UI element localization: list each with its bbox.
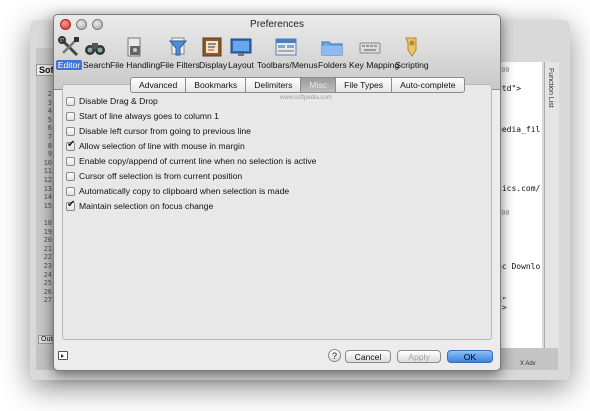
line-number: 5 [47, 115, 52, 124]
option-cursor-off-selection[interactable]: Cursor off selection is from current pos… [66, 169, 242, 183]
checkbox[interactable] [66, 96, 75, 106]
line-number: 14 [43, 193, 52, 202]
status-text: X Adv [520, 361, 536, 367]
display-icon [202, 37, 222, 57]
tab-bookmarks[interactable]: Bookmarks [186, 78, 247, 92]
option-label: Cursor off selection is from current pos… [79, 171, 243, 181]
funnel-icon [168, 37, 188, 56]
option-enable-copy-append[interactable]: Enable copy/append of current line when … [66, 154, 316, 168]
tab-auto-complete[interactable]: Auto-complete [392, 78, 463, 92]
line-number: 2 [47, 90, 52, 98]
scripting-icon [405, 37, 417, 57]
cancel-button[interactable]: Cancel [345, 350, 391, 363]
code-line: ac Downlo [497, 262, 541, 271]
option-maintain-selection-focus[interactable]: Maintain selection on focus change [66, 199, 213, 213]
checkbox[interactable] [66, 171, 75, 181]
option-start-of-line-column-1[interactable]: Start of line always goes to column 1 [66, 109, 219, 123]
console-icon[interactable] [58, 351, 68, 360]
line-number: 4 [47, 107, 52, 116]
toolbar-label: Folders [318, 60, 347, 70]
watermark-text: www.softpedia.com [280, 95, 332, 101]
line-number: 24 [43, 270, 52, 279]
preferences-dialog: Preferences Editor Search File Handling … [53, 14, 501, 371]
checkbox[interactable] [66, 139, 75, 151]
line-number: 8 [47, 141, 52, 150]
line-number: 19 [43, 227, 52, 236]
tab-delimiters[interactable]: Delimiters [246, 78, 302, 92]
toolbar-item-search[interactable]: Search [82, 33, 111, 87]
option-label: Enable copy/append of current line when … [79, 156, 317, 166]
file-handling-icon [127, 37, 141, 57]
option-label: Disable left cursor from going to previo… [79, 126, 251, 136]
toolbar-label: Search [83, 60, 111, 70]
line-number: 15 [43, 201, 52, 210]
checkbox[interactable] [66, 126, 75, 136]
code-line: pedia_fil [497, 125, 541, 134]
line-number: 25 [43, 279, 52, 288]
checkbox[interactable] [66, 186, 75, 196]
dialog-footer: ? Cancel Apply OK [54, 344, 500, 370]
toolbar-label: Display [199, 60, 228, 70]
toolbar-label: Layout [228, 60, 254, 70]
binoculars-icon [85, 43, 105, 55]
monitor-icon [230, 38, 252, 56]
folder-icon [321, 41, 343, 56]
tools-icon [58, 36, 79, 57]
option-auto-copy-clipboard[interactable]: Automatically copy to clipboard when sel… [66, 184, 289, 198]
option-label: Automatically copy to clipboard when sel… [79, 186, 290, 196]
line-number: 10 [43, 158, 52, 167]
line-number: 6 [47, 124, 52, 133]
option-label: Allow selection of line with mouse in ma… [79, 141, 245, 151]
option-label: Disable Drag & Drop [79, 96, 158, 106]
checkbox[interactable] [66, 111, 75, 121]
ok-button[interactable]: OK [447, 350, 493, 363]
toolbar-item-editor[interactable]: Editor [56, 33, 82, 87]
tab-file-types[interactable]: File Types [336, 78, 393, 92]
option-disable-drag-drop[interactable]: Disable Drag & Drop [66, 94, 158, 108]
toolbar-label: Toolbars/Menus [257, 60, 318, 70]
line-number: 23 [43, 261, 52, 270]
line-number: 20 [43, 236, 52, 245]
window-title: Preferences [250, 19, 304, 30]
checkbox[interactable] [66, 156, 75, 166]
line-number: 13 [43, 184, 52, 193]
option-allow-selection-margin[interactable]: Allow selection of line with mouse in ma… [66, 139, 245, 153]
line-number: 11 [43, 167, 52, 176]
line-number: 9 [47, 150, 52, 159]
line-numbers-top: 2 3 4 5 6 7 8 9 10 11 12 13 14 15 [38, 90, 52, 210]
option-label: Start of line always goes to column 1 [79, 111, 219, 121]
line-number: 22 [43, 253, 52, 262]
help-button[interactable]: ? [328, 349, 341, 362]
line-number: 12 [43, 175, 52, 184]
toolbar-label: File Handling [110, 60, 161, 70]
option-label: Maintain selection on focus change [79, 201, 214, 211]
line-number: 3 [47, 98, 52, 107]
tab-advanced[interactable]: Advanced [131, 78, 187, 92]
toolbar-label: Key Mapping [349, 60, 400, 70]
option-disable-left-cursor[interactable]: Disable left cursor from going to previo… [66, 124, 251, 138]
line-number: 7 [47, 132, 52, 141]
toolbar-label: Editor [56, 60, 82, 70]
function-list-label: Function List [547, 68, 554, 108]
tab-misc[interactable]: Misc [301, 78, 337, 92]
toolbar-label: File Filters [160, 60, 200, 70]
line-number: 26 [43, 287, 52, 296]
line-numbers-bottom: 18 19 20 21 22 23 24 25 26 27 [38, 219, 52, 305]
apply-button[interactable]: Apply [397, 350, 441, 363]
function-list-panel[interactable]: Function List [544, 62, 559, 352]
line-number: 18 [43, 219, 52, 227]
preferences-tabs: Advanced Bookmarks Delimiters Misc File … [130, 77, 465, 93]
line-number: 21 [43, 244, 52, 253]
toolbar-label: Scripting [395, 60, 429, 70]
line-number: 27 [43, 296, 52, 305]
toolbars-icon [275, 38, 297, 56]
code-line: tics.com/ [497, 184, 541, 193]
checkbox[interactable] [66, 199, 75, 211]
keyboard-icon [359, 42, 381, 54]
